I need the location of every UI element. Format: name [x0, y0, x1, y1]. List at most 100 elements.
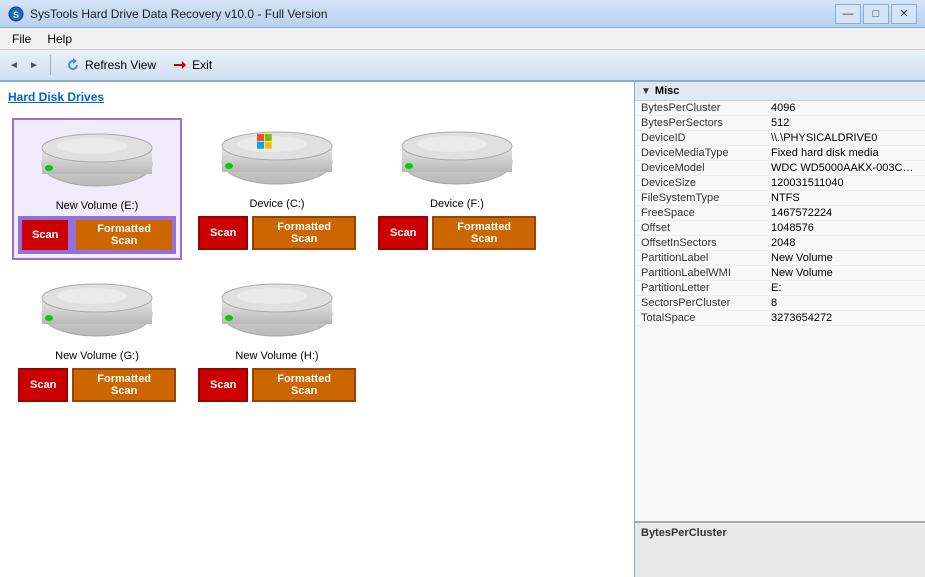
toolbar: ◄ ► Refresh View Exit [0, 50, 925, 82]
property-row: DeviceID \\.\PHYSICALDRIVE0 [635, 131, 925, 146]
minimize-button[interactable]: — [835, 4, 861, 24]
maximize-button[interactable]: □ [863, 4, 889, 24]
property-row: FreeSpace 1467572224 [635, 206, 925, 221]
formatted-scan-button[interactable]: Formatted Scan [252, 216, 356, 250]
property-row: DeviceModel WDC WD5000AAKX-003CA0 AT [635, 161, 925, 176]
prop-value: Fixed hard disk media [771, 147, 879, 159]
drive-item[interactable]: Device (C:) Scan Formatted Scan [192, 118, 362, 260]
info-bar-label: BytesPerCluster [641, 527, 727, 539]
left-panel: Hard Disk Drives New Volume (E:) [0, 82, 635, 577]
prop-key: DeviceID [641, 132, 771, 144]
prop-value: NTFS [771, 192, 800, 204]
menu-bar: File Help [0, 28, 925, 50]
close-button[interactable]: ✕ [891, 4, 917, 24]
property-row: BytesPerSectors 512 [635, 116, 925, 131]
exit-icon [172, 57, 188, 73]
prop-value: 8 [771, 297, 777, 309]
prop-key: DeviceModel [641, 162, 771, 174]
right-panel: ▼ Misc BytesPerCluster 4096 BytesPerSect… [635, 82, 925, 577]
scan-button[interactable]: Scan [18, 368, 68, 402]
window-controls: — □ ✕ [835, 4, 917, 24]
prop-key: PartitionLabel [641, 252, 771, 264]
property-row: PartitionLabelWMI New Volume [635, 266, 925, 281]
drive-item[interactable]: New Volume (H:) Scan Formatted Scan [192, 270, 362, 408]
prop-value: 120031511040 [771, 177, 844, 189]
prop-key: PartitionLetter [641, 282, 771, 294]
property-row: FileSystemType NTFS [635, 191, 925, 206]
drive-label: New Volume (H:) [235, 350, 318, 362]
refresh-icon [65, 57, 81, 73]
refresh-button[interactable]: Refresh View [59, 54, 162, 76]
drive-label: New Volume (G:) [55, 350, 139, 362]
menu-help[interactable]: Help [39, 30, 80, 48]
formatted-scan-button[interactable]: Formatted Scan [74, 218, 174, 252]
properties-section: ▼ Misc BytesPerCluster 4096 BytesPerSect… [635, 82, 925, 522]
drive-label: Device (F:) [430, 198, 484, 210]
drive-label: New Volume (E:) [56, 200, 139, 212]
prop-value: 1467572224 [771, 207, 832, 219]
misc-label: Misc [655, 85, 679, 97]
drive-buttons: Scan Formatted Scan [198, 216, 356, 250]
scan-button[interactable]: Scan [378, 216, 428, 250]
prop-key: FileSystemType [641, 192, 771, 204]
prop-value: 512 [771, 117, 789, 129]
svg-text:S: S [13, 10, 19, 20]
prop-key: OffsetInSectors [641, 237, 771, 249]
refresh-label: Refresh View [85, 58, 156, 72]
prop-value: 4096 [771, 102, 795, 114]
main-content: Hard Disk Drives New Volume (E:) [0, 82, 925, 577]
info-bar: BytesPerCluster [635, 522, 925, 577]
drive-item[interactable]: New Volume (G:) Scan Formatted Scan [12, 270, 182, 408]
prop-value: 2048 [771, 237, 795, 249]
drive-icon [37, 276, 157, 346]
property-row: Offset 1048576 [635, 221, 925, 236]
drive-buttons: Scan Formatted Scan [18, 368, 176, 402]
formatted-scan-button[interactable]: Formatted Scan [72, 368, 176, 402]
prop-key: DeviceSize [641, 177, 771, 189]
app-icon: S [8, 6, 24, 22]
property-row: DeviceMediaType Fixed hard disk media [635, 146, 925, 161]
drive-buttons: Scan Formatted Scan [198, 368, 356, 402]
drive-icon [217, 276, 337, 346]
drive-item[interactable]: Device (F:) Scan Formatted Scan [372, 118, 542, 260]
prop-key: DeviceMediaType [641, 147, 771, 159]
property-row: PartitionLetter E: [635, 281, 925, 296]
prop-value: 1048576 [771, 222, 814, 234]
window-title: SysTools Hard Drive Data Recovery v10.0 … [30, 7, 327, 21]
exit-button[interactable]: Exit [166, 54, 218, 76]
drive-buttons: Scan Formatted Scan [20, 218, 174, 252]
property-row: OffsetInSectors 2048 [635, 236, 925, 251]
scan-button[interactable]: Scan [20, 218, 70, 252]
prop-key: Offset [641, 222, 771, 234]
property-row: DeviceSize 120031511040 [635, 176, 925, 191]
collapse-icon[interactable]: ▼ [641, 86, 651, 97]
prop-value: E: [771, 282, 781, 294]
drive-icon [397, 124, 517, 194]
props-header: ▼ Misc [635, 82, 925, 101]
formatted-scan-button[interactable]: Formatted Scan [252, 368, 356, 402]
prop-key: FreeSpace [641, 207, 771, 219]
formatted-scan-button[interactable]: Formatted Scan [432, 216, 536, 250]
section-title: Hard Disk Drives [8, 90, 626, 104]
prop-key: BytesPerCluster [641, 102, 771, 114]
menu-file[interactable]: File [4, 30, 39, 48]
drive-item[interactable]: New Volume (E:) Scan Formatted Scan [12, 118, 182, 260]
exit-label: Exit [192, 58, 212, 72]
title-bar: S SysTools Hard Drive Data Recovery v10.… [0, 0, 925, 28]
prop-value: WDC WD5000AAKX-003CA0 AT [771, 162, 919, 174]
nav-fwd-button[interactable]: ► [26, 57, 42, 73]
property-row: BytesPerCluster 4096 [635, 101, 925, 116]
properties-list: BytesPerCluster 4096 BytesPerSectors 512… [635, 101, 925, 326]
drive-buttons: Scan Formatted Scan [378, 216, 536, 250]
scan-button[interactable]: Scan [198, 368, 248, 402]
property-row: PartitionLabel New Volume [635, 251, 925, 266]
prop-value: New Volume [771, 252, 833, 264]
prop-key: PartitionLabelWMI [641, 267, 771, 279]
property-row: SectorsPerCluster 8 [635, 296, 925, 311]
prop-value: New Volume [771, 267, 833, 279]
property-row: TotalSpace 3273654272 [635, 311, 925, 326]
scan-button[interactable]: Scan [198, 216, 248, 250]
drive-icon [217, 124, 337, 194]
prop-value: 3273654272 [771, 312, 832, 324]
nav-back-button[interactable]: ◄ [6, 57, 22, 73]
